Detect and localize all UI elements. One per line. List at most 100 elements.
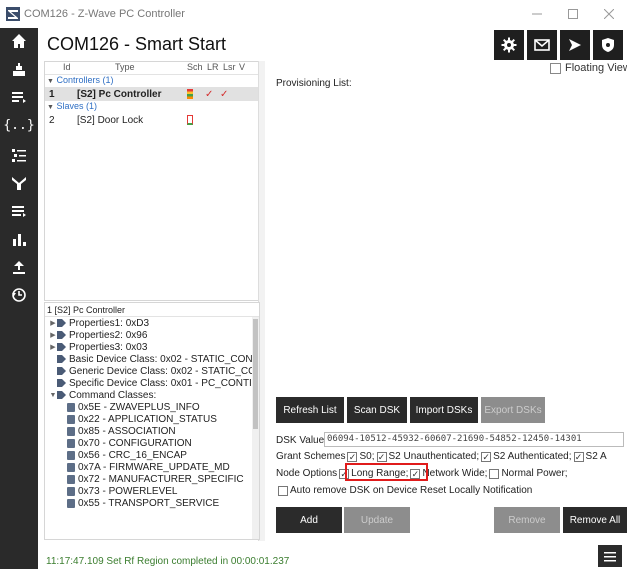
column-v[interactable]: V xyxy=(225,62,245,74)
long-range-highlight xyxy=(345,463,428,481)
auto-remove-checkbox[interactable] xyxy=(278,485,288,496)
collapse-arrow-icon[interactable]: ▼ xyxy=(49,392,57,399)
tree-item-label: 0x22 - APPLICATION_STATUS xyxy=(78,413,217,425)
nav-antenna[interactable] xyxy=(0,170,38,196)
tree-item[interactable]: 0x70 - CONFIGURATION xyxy=(45,437,259,449)
grid-header: Id Type Sch LR Lsr V xyxy=(45,62,259,75)
security-button[interactable] xyxy=(593,30,623,60)
settings-button[interactable] xyxy=(494,30,524,60)
column-lsr[interactable]: Lsr xyxy=(209,62,236,74)
details-header: 1 [S2] Pc Controller xyxy=(45,303,259,317)
column-lr[interactable]: LR xyxy=(193,62,219,74)
security-scheme-indicator xyxy=(187,89,193,99)
column-id[interactable]: Id xyxy=(45,62,75,74)
scan-dsk-button[interactable]: Scan DSK xyxy=(347,397,407,423)
window-controls xyxy=(519,0,627,28)
node-options-label: Node Options xyxy=(276,468,338,479)
floating-view-checkbox[interactable] xyxy=(550,63,561,74)
tree-item[interactable]: Generic Device Class: 0x02 - STATIC_CC xyxy=(45,365,259,377)
nav-upload[interactable] xyxy=(0,254,38,280)
table-row[interactable]: 1 [S2] Pc Controller ✓ ✓ xyxy=(45,87,259,101)
s2-access-checkbox[interactable]: ✓ xyxy=(573,451,584,462)
left-navbar: {..} xyxy=(0,28,38,569)
nav-history[interactable] xyxy=(0,282,38,308)
tree-item[interactable]: 0x85 - ASSOCIATION xyxy=(45,425,259,437)
group-label: Controllers (1) xyxy=(56,75,114,85)
grant-schemes-label: Grant Schemes xyxy=(276,451,346,462)
title-bar: COM126 - Z-Wave PC Controller xyxy=(0,0,627,28)
tree-item-label: 0x55 - TRANSPORT_SERVICE xyxy=(78,497,220,509)
tree-item[interactable]: 0x55 - TRANSPORT_SERVICE xyxy=(45,497,259,509)
s0-checkbox[interactable]: ✓ xyxy=(347,451,358,462)
expand-arrow-icon[interactable]: ▶ xyxy=(49,319,57,327)
dsk-value-field[interactable]: 06094-10512-45932-60607-21690-54852-1245… xyxy=(324,432,624,447)
refresh-list-button[interactable]: Refresh List xyxy=(276,397,344,423)
scrollbar-thumb[interactable] xyxy=(253,319,258,429)
tree-item[interactable]: 0x72 - MANUFACTURER_SPECIFIC xyxy=(45,473,259,485)
nav-network[interactable] xyxy=(0,56,38,82)
dsk-value-label: DSK Value xyxy=(276,435,325,446)
send-button[interactable] xyxy=(560,30,590,60)
tree-item[interactable]: ▼ Command Classes: xyxy=(45,389,259,401)
maximize-button[interactable] xyxy=(555,0,591,28)
import-dsks-button[interactable]: Import DSKs xyxy=(410,397,478,423)
tree-item[interactable]: ▶ Properties3: 0x03 xyxy=(45,341,259,353)
close-button[interactable] xyxy=(591,0,627,28)
nav-home[interactable] xyxy=(0,28,38,54)
tree-item-label: 0x7A - FIRMWARE_UPDATE_MD xyxy=(78,461,230,473)
tree-item[interactable]: 0x56 - CRC_16_ENCAP xyxy=(45,449,259,461)
tree-item[interactable]: Basic Device Class: 0x02 - STATIC_CON xyxy=(45,353,259,365)
nav-braces[interactable]: {..} xyxy=(0,112,38,138)
group-slaves[interactable]: ▼ Slaves (1) xyxy=(45,101,259,113)
expand-arrow-icon[interactable]: ▶ xyxy=(49,343,57,351)
tag-icon xyxy=(57,367,66,375)
normal-power-checkbox[interactable] xyxy=(489,468,500,479)
tree-item[interactable]: 0x22 - APPLICATION_STATUS xyxy=(45,413,259,425)
log-menu-button[interactable] xyxy=(598,545,622,567)
s2-unauthenticated-checkbox[interactable]: ✓ xyxy=(376,451,387,462)
command-class-icon xyxy=(67,450,75,460)
mail-button[interactable] xyxy=(527,30,557,60)
minimize-button[interactable] xyxy=(519,0,555,28)
nav-tree-list[interactable] xyxy=(0,142,38,168)
tree-item-label: 0x70 - CONFIGURATION xyxy=(78,437,192,449)
table-row[interactable]: 2 [S2] Door Lock xyxy=(45,113,259,127)
s2-authenticated-checkbox[interactable]: ✓ xyxy=(481,451,492,462)
details-scrollbar[interactable] xyxy=(252,317,259,539)
tag-icon xyxy=(57,319,66,327)
tree-item[interactable]: 0x7A - FIRMWARE_UPDATE_MD xyxy=(45,461,259,473)
tree-item[interactable]: 0x73 - POWERLEVEL xyxy=(45,485,259,497)
nav-list[interactable] xyxy=(0,84,38,110)
remove-button[interactable]: Remove xyxy=(494,507,560,533)
column-sch[interactable]: Sch xyxy=(175,62,203,74)
tree-item[interactable]: ▶ Properties2: 0x96 xyxy=(45,329,259,341)
remove-all-button[interactable]: Remove All xyxy=(563,507,627,533)
tree-item-label: Basic Device Class: 0x02 - STATIC_CON xyxy=(69,353,253,365)
node-type: [S2] Pc Controller xyxy=(77,88,162,100)
add-button[interactable]: Add xyxy=(276,507,342,533)
nav-sliders-list[interactable] xyxy=(0,198,38,224)
nav-bar-chart[interactable] xyxy=(0,226,38,252)
expand-arrow-icon[interactable]: ▶ xyxy=(49,331,57,339)
tree-item[interactable]: 0x5E - ZWAVEPLUS_INFO xyxy=(45,401,259,413)
group-controllers[interactable]: ▼ Controllers (1) xyxy=(45,75,259,87)
node-type: [S2] Door Lock xyxy=(77,114,144,126)
command-class-icon xyxy=(67,462,75,472)
update-button[interactable]: Update xyxy=(344,507,410,533)
antenna-icon xyxy=(12,177,26,190)
tree-list-icon xyxy=(12,149,26,162)
tag-icon xyxy=(57,355,66,363)
tag-icon xyxy=(57,331,66,339)
column-type[interactable]: Type xyxy=(75,62,175,74)
tag-icon xyxy=(57,391,66,399)
tree-item[interactable]: Specific Device Class: 0x01 - PC_CONTI xyxy=(45,377,259,389)
command-class-icon xyxy=(67,426,75,436)
tree-item[interactable]: ▶ Properties1: 0xD3 xyxy=(45,317,259,329)
tree-item-label: 0x5E - ZWAVEPLUS_INFO xyxy=(78,401,200,413)
export-dsks-button[interactable]: Export DSKs xyxy=(481,397,545,423)
tree-item-label: Properties1: 0xD3 xyxy=(69,317,150,329)
node-id: 2 xyxy=(49,114,55,126)
security-scheme-indicator xyxy=(187,115,193,125)
sliders-list-icon xyxy=(12,206,26,217)
tree-item-label: Properties3: 0x03 xyxy=(69,341,148,353)
